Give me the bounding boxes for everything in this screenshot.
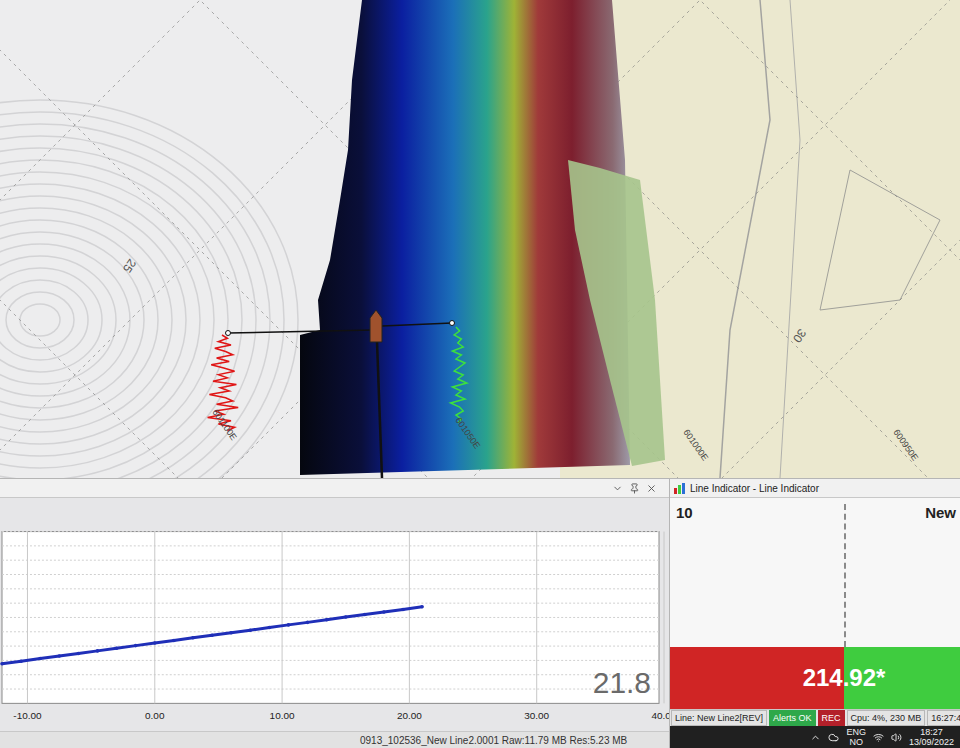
data-point [57, 654, 61, 658]
data-point [19, 659, 23, 663]
heading-line [377, 342, 382, 478]
dropdown-icon[interactable] [612, 483, 623, 494]
data-point [77, 652, 81, 656]
cpu-status: Cpu: 4%, 230 MB [847, 710, 926, 726]
line-indicator-panel: Line Indicator - Line Indicator 10 New 214.… [669, 479, 960, 748]
line-indicator-icon [674, 483, 686, 494]
data-point [115, 646, 119, 650]
time-status: 16:27:42. [927, 710, 960, 726]
chart-box: -10.00 0.00 10.00 20.00 30.00 40.0021.8 [0, 498, 669, 731]
x-tick: 40.00 [652, 710, 669, 721]
cloud-icon[interactable] [828, 732, 839, 743]
offset-bar: 214.92* [670, 647, 960, 709]
line-name: New [925, 504, 956, 521]
x-tick: 10.00 [270, 710, 295, 721]
data-point [172, 639, 176, 643]
status-badge: Alerts OK [769, 710, 816, 726]
data-point [363, 613, 367, 617]
grid-label: 601100E [210, 407, 238, 442]
x-tick: 20.00 [397, 710, 422, 721]
tray-chevron-icon[interactable] [810, 732, 821, 743]
app: 25 30 601100E 601050E 601000E 600950E -10.00 0.… [0, 0, 960, 748]
data-point [210, 633, 214, 637]
data-point [191, 636, 195, 640]
series [0, 605, 424, 666]
line-indicator-body: 10 New [670, 498, 960, 647]
close-icon[interactable] [646, 483, 657, 494]
grid-label: 601050E [453, 415, 482, 450]
land-area [560, 0, 960, 478]
data-point [382, 610, 386, 614]
scale-label: 10 [676, 504, 693, 521]
bottom-panels: -10.00 0.00 10.00 20.00 30.00 40.0021.8 0913_1… [0, 478, 960, 748]
chart-reading: 21.8 [593, 667, 651, 700]
x-tick: 30.00 [524, 710, 549, 721]
data-point [268, 626, 272, 630]
data-point [287, 623, 291, 627]
chart-panel: -10.00 0.00 10.00 20.00 30.00 40.0021.8 0913_1… [0, 479, 669, 748]
x-tick: -10.00 [13, 710, 42, 721]
wifi-icon[interactable] [873, 732, 884, 743]
x-tick: 0.00 [145, 710, 165, 721]
data-point [96, 649, 100, 653]
speaker-icon[interactable] [891, 732, 902, 743]
starboard-profile [451, 327, 467, 423]
grid-lines [0, 0, 960, 478]
data-point [38, 657, 42, 661]
shore-polygon [568, 160, 665, 466]
data-point [401, 608, 405, 612]
data-point [420, 605, 424, 609]
depth-label: 30 [790, 326, 809, 345]
data-point [0, 662, 4, 666]
grid-label: 601000E [681, 427, 710, 462]
status-badge: REC [818, 710, 845, 726]
grid-label: 600950E [891, 427, 920, 462]
data-point [229, 631, 233, 635]
chart[interactable]: -10.00 0.00 10.00 20.00 30.00 40.0021.8 [0, 498, 669, 731]
taskbar: ENGNO 18:2713/09/2022 [670, 726, 960, 748]
chart-title-bar [0, 479, 669, 498]
data-point [248, 628, 252, 632]
depth-label: 25 [120, 256, 139, 275]
data-point [153, 641, 157, 645]
line-indicator-title: Line Indicator - Line Indicator [670, 479, 960, 498]
map-area: 25 30 601100E 601050E 601000E 600950E [0, 0, 960, 478]
line-status: Line: New Line2[REV] [671, 710, 767, 726]
offset-value: 214.92* [803, 664, 886, 692]
data-point [344, 615, 348, 619]
status-bar: Line: New Line2[REV]Alerts OKRECCpu: 4%,… [670, 709, 960, 726]
data-point [325, 618, 329, 622]
pin-icon[interactable] [629, 483, 640, 494]
data-point [134, 644, 138, 648]
vessel-icon[interactable] [370, 310, 382, 342]
contour-pattern [0, 100, 298, 478]
center-line [844, 504, 846, 647]
clock[interactable]: 18:2713/09/2022 [909, 727, 954, 747]
data-point [306, 621, 310, 625]
language-indicator[interactable]: ENGNO [846, 727, 866, 747]
survey-map[interactable]: 25 30 601100E 601050E 601000E 600950E [0, 0, 960, 478]
file-status: 0913_102536_New Line2.0001 Raw:11.79 MB … [0, 731, 669, 748]
